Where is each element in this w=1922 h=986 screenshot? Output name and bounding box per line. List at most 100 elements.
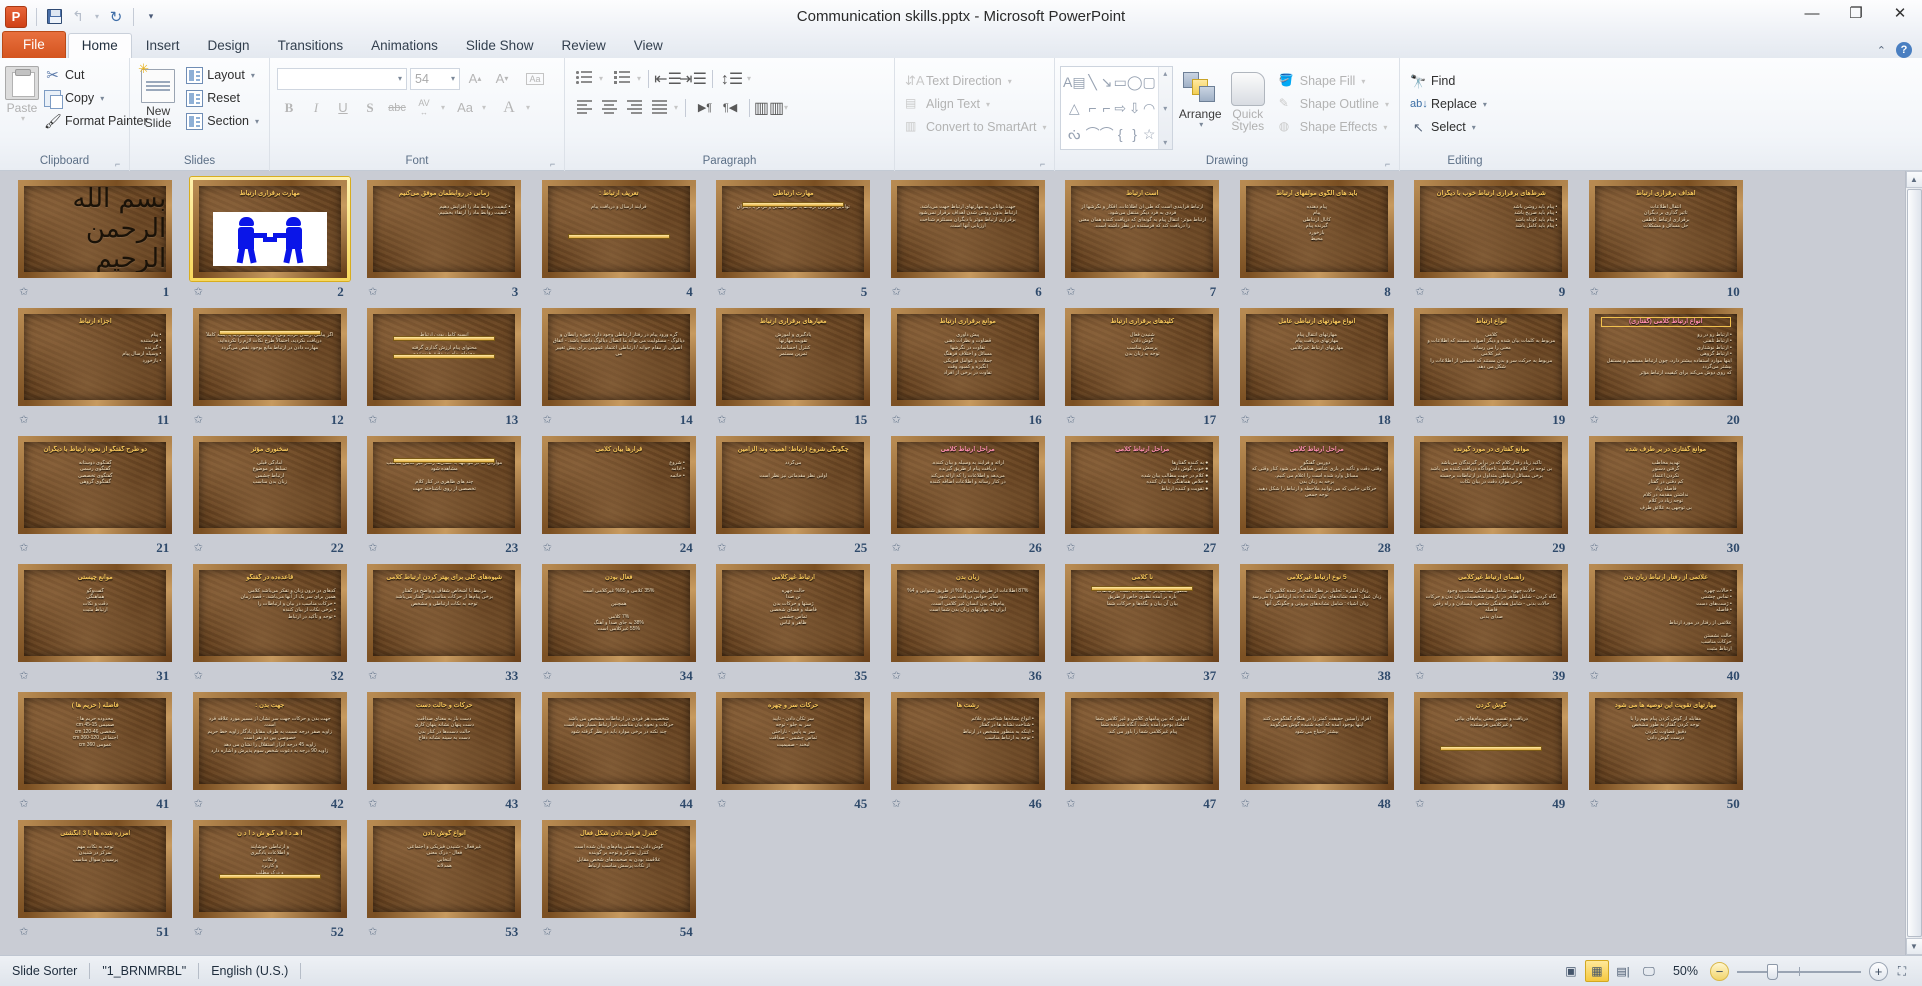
slide-thumbnail-cell[interactable]: موانع برقراری ارتباط پیش داوری قضاوت و نظ…: [881, 305, 1056, 433]
slide-thumbnail-frame[interactable]: زبان بدن 87% اطلاعات از طریق بینایی و 9% …: [888, 561, 1048, 665]
slide-thumbnail[interactable]: ارتباط غیرکلامی حالت چهره تن صدا ژستها و …: [716, 564, 871, 662]
tab-view[interactable]: View: [620, 33, 677, 58]
slide-thumbnail-cell[interactable]: جهت بدن : جهت بدن و حرکات جهت سر نشان از …: [183, 689, 358, 817]
animation-star-icon[interactable]: ✩: [1066, 286, 1079, 299]
align-left-button[interactable]: [572, 96, 596, 119]
shapes-scrollbar[interactable]: ▴ ▾ ▾: [1157, 67, 1172, 149]
animation-star-icon[interactable]: ✩: [1241, 414, 1254, 427]
shape-star-icon[interactable]: ☆: [1142, 121, 1156, 147]
slide-thumbnail[interactable]: 5 نوع ارتباط غیرکلامی زبان اشاره : تحلیل …: [1239, 564, 1394, 662]
slide-thumbnail-cell[interactable]: شیوه‌های کلی برای بهتر کردن ارتباط کلامی…: [357, 561, 532, 689]
zoom-out-button[interactable]: −: [1710, 961, 1729, 981]
animation-star-icon[interactable]: ✩: [1590, 414, 1603, 427]
slide-thumbnail-cell[interactable]: تعریف ارتباط : فرآیند ارسال و دریافت پیام…: [532, 177, 707, 305]
scrollbar-thumb[interactable]: [1906, 189, 1922, 937]
slide-thumbnail[interactable]: مراحل ارتباط کلامی دوربین گفتگو وقتی دقت …: [1239, 436, 1394, 534]
slide-thumbnail-frame[interactable]: انسیه کامل بودن ارتباط محتوای پیام ارزش …: [364, 305, 524, 409]
slide-thumbnail-cell[interactable]: مواردی که در مواجهه با انسان‌ها رفتار غی…: [357, 433, 532, 561]
slide-thumbnail-cell[interactable]: مهارت ارتباطی توانایی برقراری ارتباط با ط…: [706, 177, 881, 305]
slide-thumbnail-cell[interactable]: است ارتباط ارتباط فرایندی است که طی آن اط…: [1055, 177, 1230, 305]
slide-thumbnail-frame[interactable]: کنترل فرآیند دادن شکل فعال گوش دادن به مع…: [539, 817, 699, 921]
animation-star-icon[interactable]: ✩: [1241, 798, 1254, 811]
section-button[interactable]: Section ▾: [181, 110, 264, 132]
undo-button[interactable]: ↰: [67, 6, 89, 28]
slide-thumbnail[interactable]: باید های الگوی مولفهای ارتباط پیام دهنده …: [1239, 180, 1394, 278]
text-direction-button[interactable]: ⇵A Text Direction ▾: [900, 70, 1051, 92]
slide-thumbnail-frame[interactable]: انواع ارتباط کلامی (گفتاری) • ارتباط رو د…: [1586, 305, 1746, 409]
animation-star-icon[interactable]: ✩: [1590, 286, 1603, 299]
tab-transitions[interactable]: Transitions: [264, 33, 358, 58]
slide-thumbnail-frame[interactable]: آمرزه شده ها با 3 انگشتی توجه به نکات مهم…: [15, 817, 175, 921]
slide-thumbnail-cell[interactable]: 5 نوع ارتباط غیرکلامی زبان اشاره : تحلیل …: [1230, 561, 1405, 689]
slide-thumbnail-cell[interactable]: علائمی از رفتار ارتباط زبان بدن • حالات چ…: [1579, 561, 1754, 689]
animation-star-icon[interactable]: ✩: [717, 414, 730, 427]
slide-thumbnail-frame[interactable]: مراحل ارتباط کلامی ● به کننده گفتارها ● خ…: [1062, 433, 1222, 537]
slide-thumbnail[interactable]: ا هـ د ا ف گـو ش د ا د نو ارتباطی خوشاین…: [192, 820, 347, 918]
animation-star-icon[interactable]: ✩: [1415, 414, 1428, 427]
font-size-input[interactable]: 54 ▾: [410, 67, 460, 90]
animation-star-icon[interactable]: ✩: [1241, 542, 1254, 555]
slide-thumbnail-cell[interactable]: چگونگی شروع ارتباط: اهمیت وند الزامین می‌…: [706, 433, 881, 561]
animation-star-icon[interactable]: ✩: [1066, 542, 1079, 555]
slide-thumbnail-cell[interactable]: موانع گفتاری در بر طرف شده تهدید مخاطب گر…: [1579, 433, 1754, 561]
shape-cloud-icon[interactable]: ◠: [1142, 95, 1155, 121]
slide-thumbnail[interactable]: چگونگی شروع ارتباط: اهمیت وند الزامین می‌…: [716, 436, 871, 534]
change-case-button[interactable]: Aa: [453, 96, 477, 119]
zoom-slider[interactable]: [1737, 962, 1861, 981]
shapes-scroll-more-icon[interactable]: ▾: [1163, 138, 1167, 147]
slide-thumbnail[interactable]: مواردی که در مواجهه با انسان‌ها رفتار غی…: [367, 436, 522, 534]
slide-thumbnail-frame[interactable]: موانع گفتاری در مورد گیرنده تأکید زیاد رف…: [1411, 433, 1571, 537]
slide-thumbnail-frame[interactable]: شیوه‌های کلی برای بهتر کردن ارتباط کلامی…: [364, 561, 524, 665]
slide-thumbnail-cell[interactable]: انواع گوش دادن غیرفعال - شنیدن فیزیکی و ا…: [357, 817, 532, 945]
slide-thumbnail[interactable]: موانع گفتاری در مورد گیرنده تأکید زیاد رف…: [1414, 436, 1569, 534]
slide-thumbnail-frame[interactable]: کلیدهای برقراری ارتباط شنیدن فعال گوش داد…: [1062, 305, 1222, 409]
slide-thumbnail[interactable]: انتهایی که بین پیامهای کلامی و غیر کلامی…: [1065, 692, 1220, 790]
slide-thumbnail[interactable]: گوش کردن دریافت و تفسیر معنی پیام‌های بیا…: [1414, 692, 1569, 790]
slide-thumbnail-frame[interactable]: جهت بدن : جهت بدن و حرکات جهت سر نشان از …: [190, 689, 350, 793]
slide-thumbnail-cell[interactable]: قرارها بیان کلامی • شروع • ادامه • خاتمه ✩…: [532, 433, 707, 561]
slide-thumbnail-cell[interactable]: انواع ارتباط کلامی مربوط به کلمات بیان شد…: [1404, 305, 1579, 433]
slide-thumbnail[interactable]: مراحل ارتباط کلامی ارائه و فرآیند به وسیل…: [890, 436, 1045, 534]
animation-star-icon[interactable]: ✩: [892, 798, 905, 811]
bold-button[interactable]: B: [277, 96, 301, 119]
slide-thumbnail[interactable]: قرارها بیان کلامی • شروع • ادامه • خاتمه: [541, 436, 696, 534]
shape-arc-icon[interactable]: ⌒: [1100, 121, 1114, 147]
slide-thumbnail[interactable]: مهارتهای تقویت این توصیه ها می شود مقابله…: [1588, 692, 1743, 790]
slide-thumbnail-cell[interactable]: انواع ارتباط کلامی (گفتاری) • ارتباط رو د…: [1579, 305, 1754, 433]
theme-name-label[interactable]: "1_BRNMRBL": [90, 961, 198, 981]
slide-thumbnail-cell[interactable]: دو طرح گفتگو از نحوه ارتباط با دیگران گفت…: [8, 433, 183, 561]
slide-thumbnail-cell[interactable]: حرکات و حالت دست دست باز به معنای صداقت د…: [357, 689, 532, 817]
slide-thumbnail-cell[interactable]: انواع مهارتهای ارتباطی عامل مهارتهای انتق…: [1230, 305, 1405, 433]
slide-thumbnail-frame[interactable]: مراحل ارتباط کلامی ارائه و فرآیند به وسیل…: [888, 433, 1048, 537]
animation-star-icon[interactable]: ✩: [194, 926, 207, 939]
slide-thumbnail[interactable]: گره ورود پیام در رفتار ارتباطی وجود دارد…: [541, 308, 696, 406]
align-center-button[interactable]: [597, 96, 621, 119]
slide-thumbnail-cell[interactable]: باید های الگوی مولفهای ارتباط پیام دهنده …: [1230, 177, 1405, 305]
slide-thumbnail-frame[interactable]: سخنوری مؤثر آمادگی قبلی تسلط بر موضوع ارت…: [190, 433, 350, 537]
restore-button[interactable]: ❐: [1834, 0, 1878, 26]
shape-curve-icon[interactable]: ⌒: [1086, 121, 1100, 147]
slide-thumbnail-cell[interactable]: رشت ها • انواع نشانه‌ها شناخت و علائم • ش…: [881, 689, 1056, 817]
animation-star-icon[interactable]: ✩: [1066, 798, 1079, 811]
customize-quick-access-icon[interactable]: ▾: [140, 6, 162, 28]
shape-outline-button[interactable]: ✎ Shape Outline ▾: [1274, 93, 1394, 115]
shape-textbox-icon[interactable]: A▤: [1063, 69, 1086, 95]
drawing-dialog-launcher[interactable]: ⌐: [1385, 159, 1395, 169]
quick-styles-button[interactable]: Quick Styles: [1228, 64, 1268, 132]
slide-thumbnail-cell[interactable]: فعال بودن 35% کلامی و 65% غیرکلامی است هم…: [532, 561, 707, 689]
shape-fill-button[interactable]: 🪣 Shape Fill ▾: [1274, 70, 1394, 92]
slide-thumbnail[interactable]: بسم الله الرحمن الرحیم: [18, 180, 173, 278]
animation-star-icon[interactable]: ✩: [194, 670, 207, 683]
animation-star-icon[interactable]: ✩: [19, 926, 32, 939]
shape-elbow-connector-icon[interactable]: ⌐: [1086, 95, 1100, 121]
animation-star-icon[interactable]: ✩: [19, 542, 32, 555]
undo-dropdown-icon[interactable]: ▾: [91, 6, 103, 28]
slide-thumbnail-cell[interactable]: زبان بدن 87% اطلاعات از طریق بینایی و 9% …: [881, 561, 1056, 689]
slide-thumbnail[interactable]: دو طرح گفتگو از نحوه ارتباط با دیگران گفت…: [18, 436, 173, 534]
line-spacing-button[interactable]: ↕☰: [720, 67, 744, 90]
animation-star-icon[interactable]: ✩: [1415, 286, 1428, 299]
slide-thumbnail-frame[interactable]: مراحل ارتباط کلامی دوربین گفتگو وقتی دقت …: [1237, 433, 1397, 537]
slide-thumbnail-frame[interactable]: گره ورود پیام در رفتار ارتباطی وجود دارد…: [539, 305, 699, 409]
slide-thumbnail[interactable]: انواع ارتباط کلامی (گفتاری) • ارتباط رو د…: [1588, 308, 1743, 406]
slide-thumbnail-cell[interactable]: زمانی در روابطمان موفق می‌کنیم • کیفیت رو…: [357, 177, 532, 305]
